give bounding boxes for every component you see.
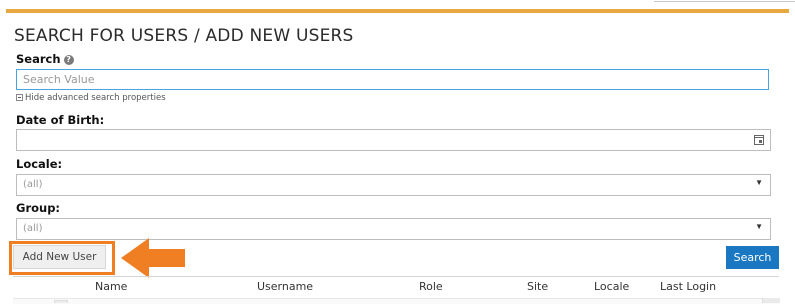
search-label: Search? — [16, 52, 74, 66]
add-new-user-button[interactable]: Add New User — [13, 245, 106, 269]
search-label-text: Search — [16, 52, 61, 66]
calendar-icon[interactable] — [754, 135, 764, 145]
page-title: SEARCH FOR USERS / ADD NEW USERS — [14, 26, 354, 46]
top-right-box — [654, 0, 795, 2]
column-header-last-login[interactable]: Last Login — [660, 280, 716, 293]
column-header-role[interactable]: Role — [419, 280, 443, 293]
advanced-search-toggle-label: Hide advanced search properties — [25, 93, 166, 103]
locale-selected-value: (all) — [23, 179, 43, 190]
group-label: Group: — [16, 201, 61, 215]
advanced-search-toggle[interactable]: Hide advanced search properties — [16, 93, 166, 103]
search-input[interactable] — [16, 69, 769, 90]
locale-select[interactable]: (all) ▼ — [16, 174, 771, 196]
column-header-username[interactable]: Username — [257, 280, 313, 293]
chevron-down-icon: ▼ — [755, 178, 763, 187]
column-header-locale[interactable]: Locale — [594, 280, 629, 293]
arrow-left-icon — [121, 238, 185, 278]
column-header-name[interactable]: Name — [95, 280, 127, 293]
collapse-icon — [16, 94, 23, 101]
dob-input[interactable] — [16, 129, 771, 151]
chevron-down-icon: ▼ — [755, 222, 763, 231]
search-button[interactable]: Search — [726, 246, 779, 269]
table-row[interactable] — [13, 298, 779, 304]
group-selected-value: (all) — [23, 223, 43, 234]
column-header-site[interactable]: Site — [527, 280, 548, 293]
locale-label: Locale: — [16, 157, 63, 171]
scrollbar[interactable] — [762, 298, 780, 303]
dob-label: Date of Birth: — [16, 113, 105, 127]
header-accent-bar — [6, 9, 789, 13]
help-icon[interactable]: ? — [63, 55, 74, 65]
